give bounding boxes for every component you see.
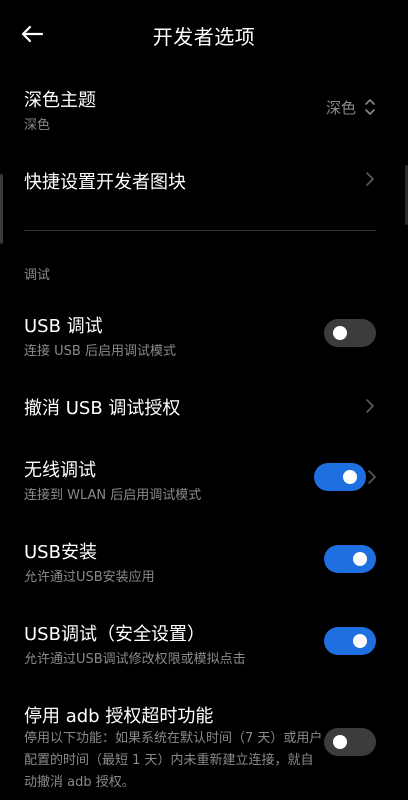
chevron-right-icon <box>366 399 374 413</box>
usb-debug-security-row[interactable]: USB调试（安全设置） 允许通过USB调试修改权限或模拟点击 <box>0 614 408 674</box>
toggle-knob <box>353 552 367 566</box>
adb-timeout-toggle[interactable] <box>324 728 376 756</box>
adb-timeout-title: 停用 adb 授权超时功能 <box>24 706 214 727</box>
wireless-debugging-toggle[interactable] <box>314 463 366 491</box>
toggle-knob <box>333 735 347 749</box>
usb-debugging-row[interactable]: USB 调试 连接 USB 后启用调试模式 <box>0 306 408 366</box>
usb-install-toggle[interactable] <box>324 545 376 573</box>
revoke-usb-auth-title: 撤消 USB 调试授权 <box>24 398 181 419</box>
dark-theme-title: 深色主题 <box>24 90 96 111</box>
wireless-debugging-subtitle: 连接到 WLAN 后启用调试模式 <box>24 488 202 503</box>
adb-timeout-subtitle: 停用以下功能：如果系统在默认时间（7 天）或用户配置的时间（最短 1 天）内未重… <box>24 731 323 790</box>
usb-debugging-title: USB 调试 <box>24 316 103 337</box>
dark-theme-value: 深色 <box>326 99 357 117</box>
chevron-right-icon[interactable] <box>366 469 378 485</box>
usb-debugging-subtitle: 连接 USB 后启用调试模式 <box>24 344 176 359</box>
usb-debugging-toggle[interactable] <box>324 319 376 347</box>
dark-theme-row[interactable]: 深色主题 深色 深色 <box>0 80 408 140</box>
wireless-debugging-row[interactable]: 无线调试 连接到 WLAN 后启用调试模式 <box>0 450 408 510</box>
usb-debug-security-subtitle: 允许通过USB调试修改权限或模拟点击 <box>24 652 246 667</box>
revoke-usb-auth-row[interactable]: 撤消 USB 调试授权 <box>0 386 408 430</box>
section-divider <box>24 230 376 231</box>
toggle-knob <box>333 326 347 340</box>
usb-debug-security-title: USB调试（安全设置） <box>24 624 205 645</box>
adb-timeout-row[interactable]: 停用 adb 授权超时功能 停用以下功能：如果系统在默认时间（7 天）或用户配置… <box>0 696 408 800</box>
usb-install-row[interactable]: USB安装 允许通过USB安装应用 <box>0 532 408 592</box>
usb-debug-security-toggle[interactable] <box>324 627 376 655</box>
chevron-right-icon <box>366 172 374 186</box>
wireless-debugging-title: 无线调试 <box>24 460 96 481</box>
updown-chevron-icon <box>365 99 375 115</box>
quick-tiles-title: 快捷设置开发者图块 <box>24 172 186 193</box>
dark-theme-subtitle: 深色 <box>24 118 51 133</box>
top-bar: 开发者选项 <box>0 0 408 66</box>
toggle-knob <box>353 634 367 648</box>
usb-install-title: USB安装 <box>24 542 97 563</box>
usb-install-subtitle: 允许通过USB安装应用 <box>24 570 155 585</box>
quick-tiles-row[interactable]: 快捷设置开发者图块 <box>0 158 408 202</box>
debug-section-header: 调试 <box>24 268 51 283</box>
toggle-knob <box>343 470 357 484</box>
page-title: 开发者选项 <box>152 25 256 49</box>
